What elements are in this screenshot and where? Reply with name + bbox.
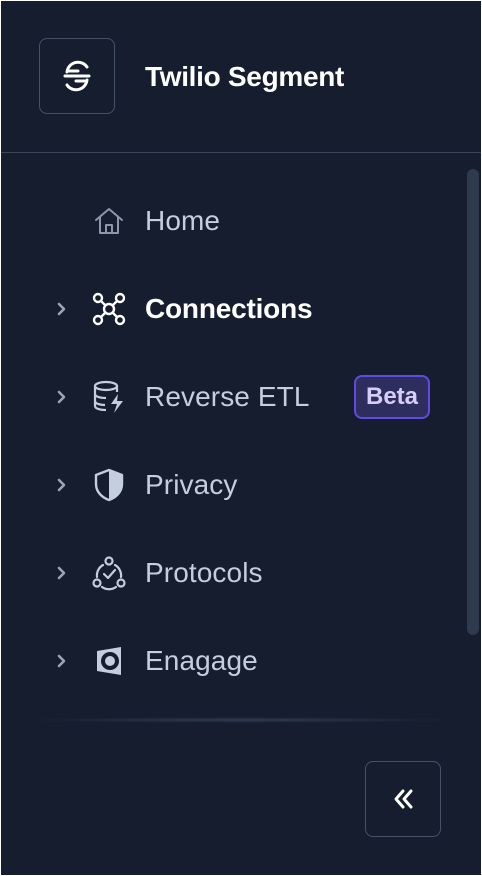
logo-button[interactable] bbox=[39, 38, 115, 114]
sidebar-item-label: Privacy bbox=[145, 469, 238, 500]
sidebar-item-label: Reverse ETL bbox=[145, 381, 310, 412]
sidebar-item-label: Home bbox=[145, 205, 221, 236]
engage-icon bbox=[91, 643, 127, 679]
chevron-right-icon[interactable] bbox=[53, 651, 69, 671]
sidebar-item-engage[interactable]: Enagage bbox=[1, 617, 461, 705]
shield-icon bbox=[91, 467, 127, 503]
segment-logo-icon bbox=[63, 60, 91, 92]
sidebar-nav: Home Connections Reverse ETL Beta Privac… bbox=[1, 153, 481, 723]
sidebar-item-connections[interactable]: Connections bbox=[1, 265, 461, 353]
sidebar-item-label: Protocols bbox=[145, 557, 263, 588]
sidebar-item-reverse-etl[interactable]: Reverse ETL Beta bbox=[1, 353, 461, 441]
sidebar-item-home[interactable]: Home bbox=[1, 177, 461, 265]
chevron-right-icon[interactable] bbox=[53, 475, 69, 495]
collapse-sidebar-button[interactable] bbox=[365, 761, 441, 837]
chevron-right-icon[interactable] bbox=[53, 299, 69, 319]
sidebar-header: Twilio Segment bbox=[1, 1, 481, 153]
protocols-icon bbox=[91, 555, 127, 591]
chevron-right-icon[interactable] bbox=[53, 563, 69, 583]
home-icon bbox=[91, 203, 127, 239]
connections-icon bbox=[91, 291, 127, 327]
sidebar-item-privacy[interactable]: Privacy bbox=[1, 441, 461, 529]
sidebar-item-label: Connections bbox=[145, 293, 313, 324]
sidebar-item-protocols[interactable]: Protocols bbox=[1, 529, 461, 617]
sidebar: Twilio Segment Home Connections Reverse … bbox=[1, 1, 481, 875]
divider bbox=[21, 717, 461, 723]
beta-badge: Beta bbox=[354, 375, 430, 419]
app-title: Twilio Segment bbox=[145, 61, 345, 92]
scrollbar[interactable] bbox=[467, 169, 479, 635]
chevron-right-icon[interactable] bbox=[53, 387, 69, 407]
database-bolt-icon bbox=[91, 379, 127, 415]
chevrons-left-icon bbox=[394, 789, 413, 809]
sidebar-item-label: Enagage bbox=[145, 645, 258, 676]
